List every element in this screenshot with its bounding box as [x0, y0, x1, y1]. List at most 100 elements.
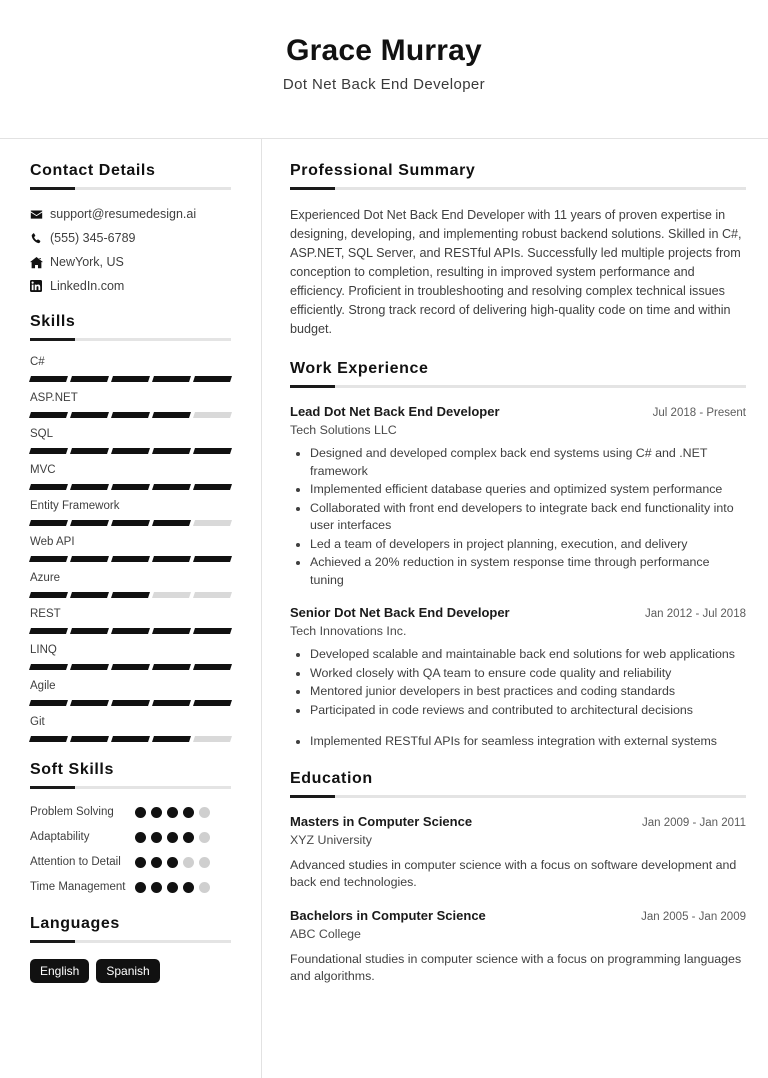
education-school: ABC College	[290, 926, 361, 941]
contact-item-text: support@resumedesign.ai	[50, 207, 197, 221]
skill-level-segment	[152, 484, 191, 490]
section-professional-summary: Professional Summary	[290, 161, 746, 190]
section-heading: Languages	[30, 915, 120, 932]
education-description: Advanced studies in computer science wit…	[290, 857, 737, 890]
skill-level-bar	[29, 592, 232, 598]
section-soft-skills: Soft Skills	[30, 760, 231, 789]
experience-date: Jan 2012 - Jul 2018	[644, 608, 746, 620]
soft-skill-rating	[135, 878, 213, 893]
soft-skill-item: Adaptability	[30, 828, 231, 846]
skill-level-segment	[29, 556, 68, 562]
soft-skill-dot	[167, 807, 178, 818]
skill-level-segment	[193, 664, 232, 670]
skill-level-segment	[152, 376, 191, 382]
experience-role: Lead Dot Net Back End Developer	[290, 404, 500, 419]
skill-level-bar	[29, 736, 232, 742]
skill-item: LINQ	[29, 643, 232, 670]
skill-level-bar	[29, 520, 232, 526]
resume-header: Grace Murray Dot Net Back End Developer	[0, 0, 768, 139]
contact-item[interactable]: support@resumedesign.ai	[30, 206, 231, 222]
linkedin-icon	[30, 280, 50, 292]
skill-level-segment	[70, 556, 109, 562]
skill-level-segment	[193, 412, 232, 418]
skill-level-bar	[29, 412, 232, 418]
skill-level-segment	[193, 520, 232, 526]
soft-skill-dot	[183, 832, 194, 843]
skill-level-segment	[70, 664, 109, 670]
skill-level-segment	[29, 628, 68, 634]
section-heading: Professional Summary	[290, 162, 476, 179]
skill-level-segment	[152, 556, 191, 562]
contact-item[interactable]: (555) 345-6789	[30, 230, 231, 246]
contact-item[interactable]: LinkedIn.com	[30, 278, 231, 294]
skill-level-segment	[193, 556, 232, 562]
section-rule	[290, 385, 746, 388]
skill-level-segment	[29, 664, 68, 670]
skill-level-segment	[152, 736, 191, 742]
education-list: Masters in Computer Science Jan 2009 - Ja…	[290, 813, 746, 986]
envelope-icon	[30, 208, 50, 221]
education-entry-header: Masters in Computer Science Jan 2009 - Ja…	[290, 813, 746, 831]
experience-bullet: Achieved a 20% reduction in system respo…	[310, 554, 746, 589]
experience-date: Jul 2018 - Present	[652, 407, 746, 419]
section-heading: Skills	[30, 313, 76, 330]
section-rule	[30, 338, 231, 341]
soft-skill-item: Attention to Detail	[30, 853, 231, 871]
soft-skill-dot	[135, 882, 146, 893]
soft-skill-dot	[135, 807, 146, 818]
soft-skill-rating	[135, 803, 213, 818]
skill-level-segment	[111, 376, 150, 382]
education-date: Jan 2005 - Jan 2009	[641, 910, 746, 923]
skill-level-bar	[29, 556, 232, 562]
phone-icon	[30, 232, 50, 245]
languages-list: English Spanish	[30, 959, 231, 983]
experience-bullet-list: Implemented RESTful APIs for seamless in…	[290, 733, 746, 751]
skill-name: Agile	[30, 680, 56, 692]
skill-level-segment	[29, 592, 68, 598]
skill-level-segment	[111, 556, 150, 562]
skill-item: Web API	[29, 535, 232, 562]
soft-skill-rating	[135, 853, 213, 868]
skill-level-segment	[152, 592, 191, 598]
candidate-job-title: Dot Net Back End Developer	[282, 76, 486, 93]
education-degree: Bachelors in Computer Science	[290, 907, 486, 923]
skill-level-segment	[70, 700, 109, 706]
soft-skill-name: Attention to Detail	[30, 856, 121, 868]
skill-level-segment	[152, 664, 191, 670]
contact-item[interactable]: NewYork, US	[30, 254, 231, 270]
section-rule	[30, 187, 231, 190]
skill-level-segment	[70, 412, 109, 418]
section-contact-details: Contact Details	[30, 161, 231, 190]
soft-skills-list: Problem Solving Adaptability Attention to …	[30, 803, 231, 896]
skill-level-segment	[152, 520, 191, 526]
skill-level-segment	[29, 700, 68, 706]
skill-level-segment	[193, 448, 232, 454]
soft-skill-dot	[135, 832, 146, 843]
section-work-experience: Work Experience	[290, 359, 746, 388]
skill-level-segment	[152, 700, 191, 706]
skill-name: LINQ	[30, 644, 57, 656]
soft-skill-dot	[199, 832, 210, 843]
skill-name: Web API	[30, 536, 75, 548]
soft-skill-dot	[151, 882, 162, 893]
skill-name: SQL	[30, 428, 54, 440]
skill-item: REST	[29, 607, 232, 634]
skill-level-segment	[152, 628, 191, 634]
language-tag: English	[30, 959, 90, 983]
soft-skill-dot	[167, 882, 178, 893]
experience-organization: Tech Solutions LLC	[290, 423, 397, 437]
skill-level-segment	[70, 592, 109, 598]
skills-list: C# ASP.NET SQL MVC Entity Framework Web API Az…	[29, 355, 232, 742]
soft-skill-dot	[183, 857, 194, 868]
skill-level-segment	[111, 592, 150, 598]
section-skills: Skills	[30, 312, 231, 341]
skill-level-segment	[29, 484, 68, 490]
soft-skill-dot	[135, 857, 146, 868]
skill-level-segment	[111, 448, 150, 454]
soft-skill-dot	[199, 882, 210, 893]
education-school: XYZ University	[290, 832, 372, 847]
experience-entry: Senior Dot Net Back End Developer Jan 201…	[290, 604, 746, 751]
experience-bullet: Implemented RESTful APIs for seamless in…	[310, 733, 746, 751]
experience-organization: Tech Innovations Inc.	[290, 624, 407, 638]
language-tag: Spanish	[96, 959, 160, 983]
